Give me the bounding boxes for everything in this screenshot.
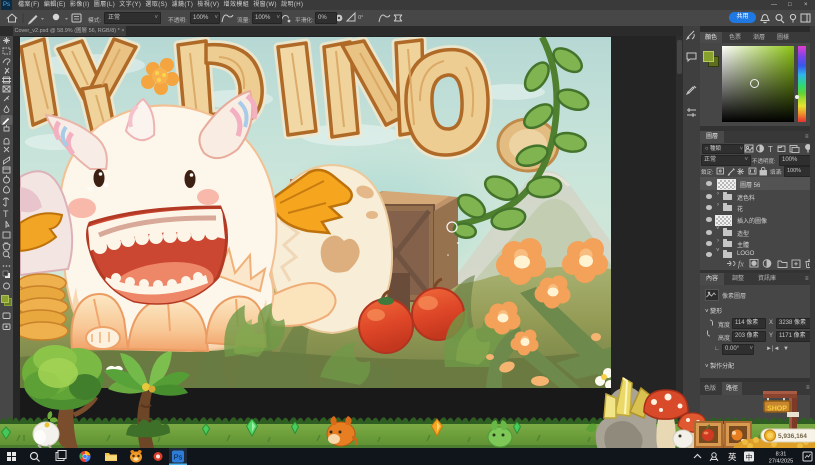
svg-text:8:31: 8:31 (776, 452, 787, 458)
svg-text:T: T (3, 209, 9, 219)
svg-text:fx: fx (738, 260, 744, 269)
svg-text:27/4/2025: 27/4/2025 (769, 459, 793, 465)
svg-text:中: 中 (746, 453, 753, 462)
svg-text:英: 英 (728, 452, 737, 462)
svg-text:Ps: Ps (174, 453, 183, 462)
svg-text:T: T (768, 145, 773, 153)
